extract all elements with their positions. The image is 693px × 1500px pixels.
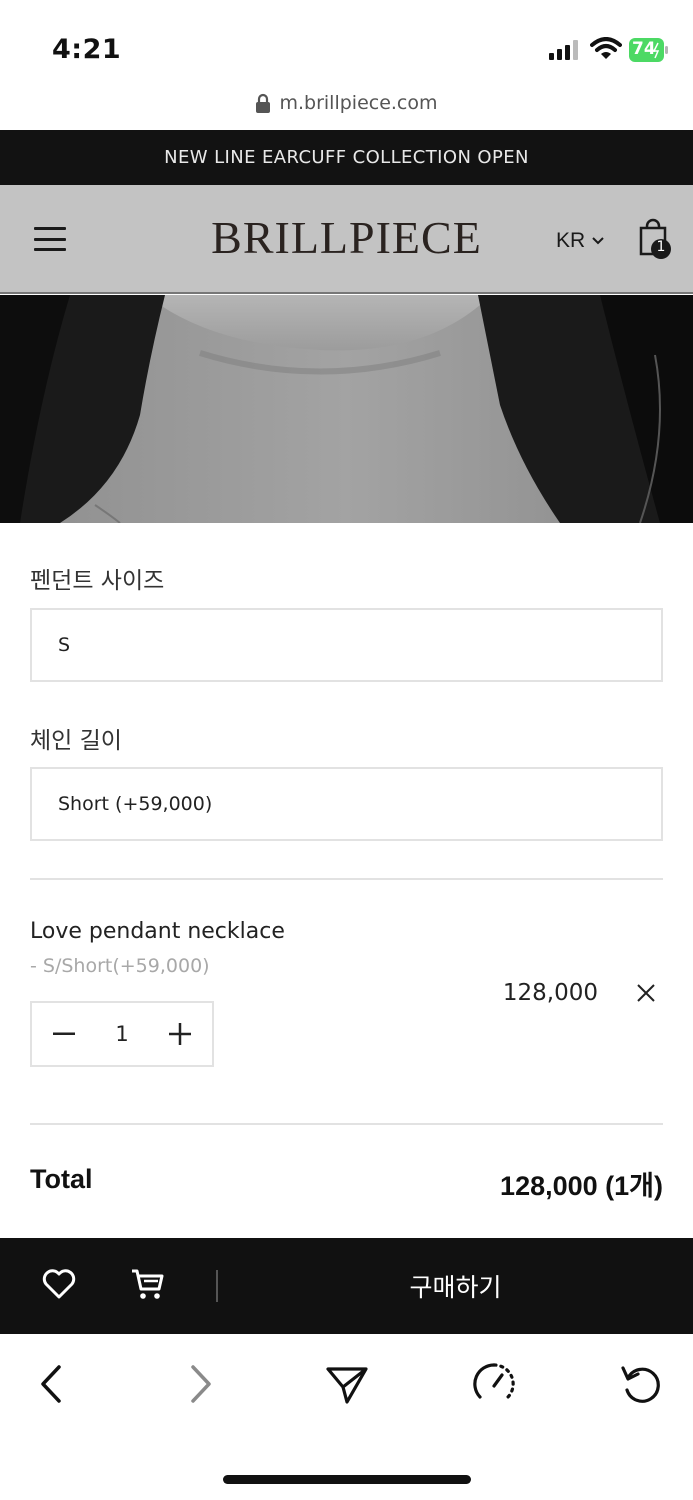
add-to-cart-button[interactable] [130,1267,166,1301]
battery-indicator: 74 [629,38,669,62]
heart-icon [42,1269,76,1299]
speed-button[interactable] [472,1362,516,1406]
line-item-price: 128,000 [502,980,598,1006]
battery-level: 74 [632,39,656,59]
decrease-quantity-button[interactable] [32,1003,96,1065]
wifi-icon [590,37,622,59]
hamburger-menu-icon[interactable] [34,227,66,251]
plus-icon [169,1023,191,1045]
chevron-left-icon [41,1365,61,1403]
forward-button[interactable] [178,1362,222,1406]
divider [30,1123,663,1125]
language-selector[interactable]: KR [556,229,605,253]
back-button[interactable] [30,1362,74,1406]
total-value: 128,000 (1개) [500,1171,663,1201]
status-time: 4:21 [52,34,122,65]
shopping-bag-button[interactable]: 1 [638,218,674,260]
url-text: m.brillpiece.com [279,92,438,114]
product-image [0,295,693,523]
pendant-size-select[interactable]: S [30,608,663,682]
buy-now-button[interactable]: 구매하기 [218,1238,693,1334]
status-bar: 4:21 74 [0,0,693,88]
reload-icon [621,1366,660,1403]
quantity-stepper: 1 [30,1001,214,1067]
shopping-cart-icon [132,1269,164,1299]
address-bar[interactable]: m.brillpiece.com [0,88,693,118]
speedometer-icon [473,1363,515,1399]
chain-length-select[interactable]: Short (+59,000) [30,767,663,841]
total-label: Total [30,1164,93,1194]
language-label: KR [556,229,586,252]
product-name: Love pendant necklace [30,919,285,944]
announcement-banner[interactable]: NEW LINE EARCUFF COLLECTION OPEN [0,130,693,185]
wishlist-button[interactable] [42,1268,76,1300]
reload-button[interactable] [619,1362,663,1406]
increase-quantity-button[interactable] [148,1003,212,1065]
close-icon [637,984,655,1002]
chevron-down-icon [592,237,604,245]
lock-icon [256,93,271,113]
divider [30,878,663,880]
purchase-action-bar: 구매하기 [0,1238,693,1334]
pendant-size-label: 펜던트 사이즈 [30,568,165,594]
quantity-value[interactable]: 1 [115,1022,128,1046]
share-button[interactable] [325,1362,369,1406]
cart-count-badge: 1 [656,239,666,255]
cellular-signal-icon [549,40,578,60]
site-header: BRILLPIECE KR 1 [0,185,693,294]
send-icon [326,1367,368,1404]
home-indicator[interactable] [223,1475,471,1484]
remove-item-button[interactable] [633,980,659,1006]
chevron-right-icon [191,1365,211,1403]
chain-length-label: 체인 길이 [30,728,122,754]
minus-icon [53,1032,75,1035]
product-option-summary: - S/Short(+59,000) [30,955,210,977]
